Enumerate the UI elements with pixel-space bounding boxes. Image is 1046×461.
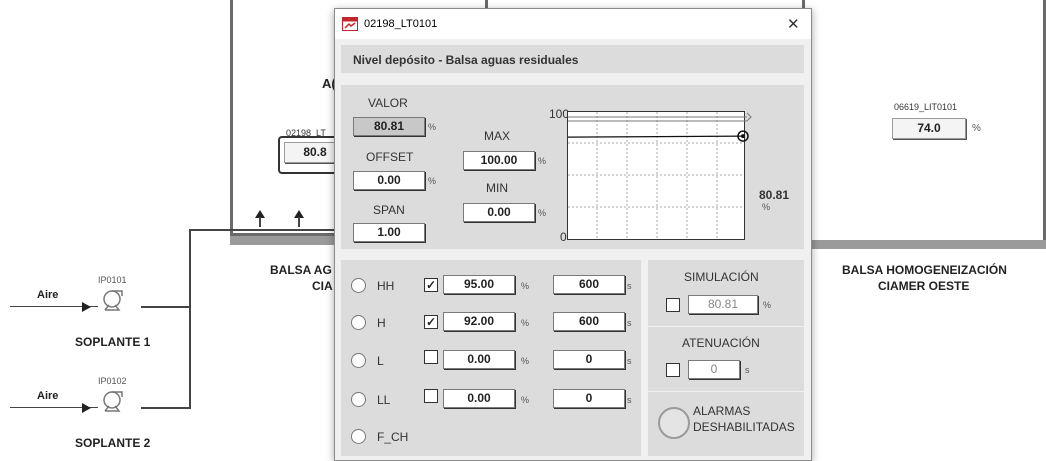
alarm-fch-label: F_CH	[377, 430, 409, 444]
simulacion-panel: SIMULACIÓN 80.81 %	[648, 260, 804, 326]
tag-dialog: 02198_LT0101 ✕ Nivel depósito - Balsa ag…	[334, 8, 812, 461]
min-label: MIN	[486, 181, 508, 195]
settings-panel: VALOR 80.81 % OFFSET 0.00 % SPAN 1.00 MA…	[341, 85, 804, 249]
trend-chart	[567, 111, 752, 240]
pipe	[189, 229, 191, 409]
offset-label: OFFSET	[366, 150, 414, 164]
pump1-tag: IP0101	[98, 275, 127, 285]
alarm-l-delay-unit: s	[627, 356, 632, 366]
tank-right-unit: %	[972, 123, 981, 134]
alarm-ll-unit: %	[521, 395, 530, 405]
alarm-ll-delay-unit: s	[627, 395, 632, 405]
alarm-l-checkbox[interactable]	[424, 350, 438, 364]
arrow-stem	[298, 217, 300, 227]
pump1-name: SOPLANTE 1	[75, 335, 151, 349]
pump2-name: SOPLANTE 2	[75, 436, 151, 450]
alarm-hh-delay-unit: s	[627, 281, 632, 291]
alarm-h-delay[interactable]: 600	[553, 312, 625, 331]
alarm-hh-delay[interactable]: 600	[553, 275, 625, 294]
alarm-hh-unit: %	[521, 281, 530, 291]
alarm-ll-checkbox[interactable]	[424, 389, 438, 403]
alarm-hh-label: HH	[377, 279, 395, 293]
trend-y-bottom: 0	[560, 230, 567, 244]
alarmas-panel: ALARMAS DESHABILITADAS	[648, 392, 804, 456]
alarm-hh-checkbox[interactable]: ✓	[424, 278, 438, 292]
alarm-l-label: L	[377, 354, 384, 368]
simulacion-field[interactable]: 80.81	[688, 295, 758, 314]
caption-right-line2: CIAMER OESTE	[878, 279, 970, 293]
pump2-tag: IP0102	[98, 376, 127, 386]
pipe	[190, 229, 336, 231]
span-field[interactable]: 1.00	[353, 223, 425, 242]
alarm-h-checkbox[interactable]: ✓	[424, 315, 438, 329]
pipe	[141, 407, 191, 409]
pump-icon[interactable]	[100, 389, 126, 413]
pump1-air-label: Aire	[37, 289, 59, 301]
offset-unit: %	[428, 176, 437, 186]
close-icon[interactable]: ✕	[787, 15, 800, 33]
pipe	[141, 306, 191, 308]
valor-field: 80.81	[353, 117, 425, 136]
alarm-hh-value[interactable]: 95.00	[443, 275, 515, 294]
alarmas-label-1: ALARMAS	[693, 404, 751, 418]
valor-label: VALOR	[368, 96, 408, 110]
trend-current-value: 80.81	[759, 188, 790, 202]
max-unit: %	[538, 156, 547, 166]
alarm-ll-value[interactable]: 0.00	[443, 389, 515, 408]
alarm-l-value[interactable]: 0.00	[443, 350, 515, 369]
dialog-title: 02198_LT0101	[364, 18, 438, 30]
caption-right-line1: BALSA HOMOGENEIZACIÓN	[842, 263, 1007, 277]
caption-left-line2: CIA	[312, 279, 333, 293]
alarm-l-unit: %	[521, 356, 530, 366]
alarm-h-delay-unit: s	[627, 318, 632, 328]
atenuacion-panel: ATENUACIÓN 0 s	[648, 327, 804, 391]
min-unit: %	[538, 208, 547, 218]
atenuacion-checkbox[interactable]	[666, 363, 680, 377]
alarm-l-delay[interactable]: 0	[553, 350, 625, 369]
offset-field[interactable]: 0.00	[353, 171, 425, 190]
caption-left-line1: BALSA AG	[270, 263, 332, 277]
arrow-right-icon	[82, 403, 91, 413]
app-icon	[342, 17, 358, 31]
span-label: SPAN	[373, 203, 405, 217]
alarm-ll-delay[interactable]: 0	[553, 389, 625, 408]
min-field[interactable]: 0.00	[463, 203, 535, 222]
simulacion-checkbox[interactable]	[666, 298, 680, 312]
alarmas-indicator-icon	[658, 407, 690, 439]
arrow-stem	[259, 217, 261, 227]
pump-icon[interactable]	[100, 288, 126, 312]
atenuacion-field[interactable]: 0	[688, 360, 740, 379]
valor-unit: %	[428, 122, 437, 132]
alarm-fch-radio[interactable]	[351, 429, 366, 444]
alarm-h-label: H	[377, 316, 386, 330]
tank-right-base	[802, 240, 1046, 249]
alarm-l-radio[interactable]	[351, 353, 366, 368]
alarm-h-unit: %	[521, 318, 530, 328]
trend-current-unit: %	[762, 202, 771, 212]
simulacion-unit: %	[763, 300, 772, 310]
dialog-header: Nivel depósito - Balsa aguas residuales	[353, 53, 579, 67]
simulacion-label: SIMULACIÓN	[684, 270, 759, 284]
dialog-header-panel: Nivel depósito - Balsa aguas residuales	[341, 45, 804, 73]
tank-right-value[interactable]: 74.0	[892, 118, 966, 139]
trend-marker-dot	[741, 134, 745, 139]
alarm-h-radio[interactable]	[351, 315, 366, 330]
arrow-right-icon	[82, 302, 91, 312]
max-label: MAX	[484, 129, 511, 143]
alarmas-label-2: DESHABILITADAS	[693, 420, 795, 434]
alarm-ll-radio[interactable]	[351, 392, 366, 407]
tank-right-badge-id: 06619_LIT0101	[894, 102, 958, 112]
alarm-hh-radio[interactable]	[351, 278, 366, 293]
alarm-h-value[interactable]: 92.00	[443, 312, 515, 331]
dialog-titlebar[interactable]: 02198_LT0101 ✕	[335, 9, 811, 39]
alarm-ll-label: LL	[377, 393, 391, 407]
pump2-air-label: Aire	[37, 390, 59, 402]
atenuacion-unit: s	[745, 365, 750, 375]
atenuacion-label: ATENUACIÓN	[682, 336, 760, 350]
max-field[interactable]: 100.00	[463, 151, 535, 170]
